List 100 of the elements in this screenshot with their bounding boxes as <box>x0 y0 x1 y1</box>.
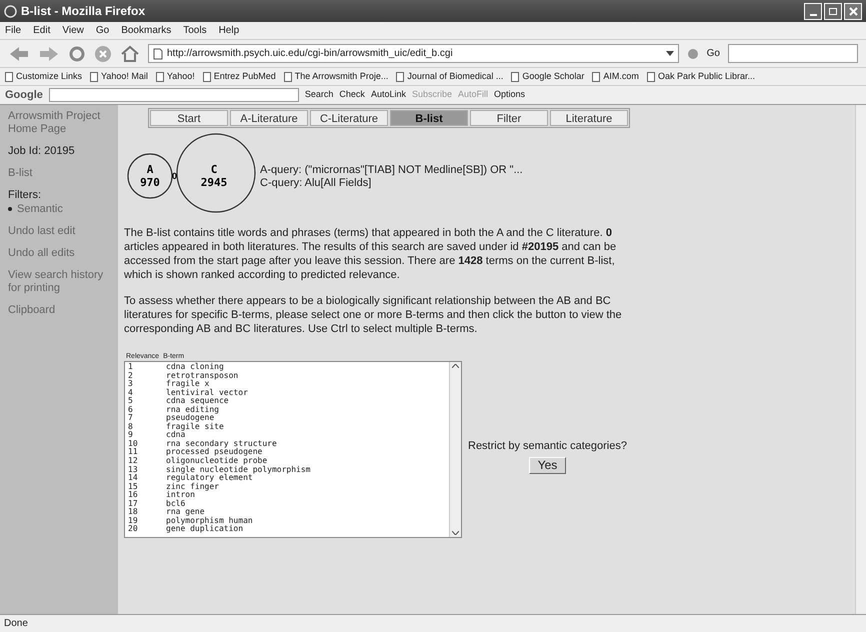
page-icon <box>153 48 163 60</box>
b-term[interactable]: rna gene <box>166 508 205 517</box>
bookmark-link[interactable]: Customize Links <box>5 70 82 84</box>
bookmark-link[interactable]: Yahoo! Mail <box>90 70 148 84</box>
sidebar-label: Filters: <box>8 189 42 202</box>
b-term[interactable]: single nucleotide polymorphism <box>166 466 310 474</box>
rank-number: 13 <box>128 466 139 474</box>
minimize-button[interactable] <box>804 2 822 20</box>
close-icon <box>848 6 858 16</box>
rank-number: 9 <box>128 431 134 440</box>
bookmark-link[interactable]: Oak Park Public Librar... <box>646 70 755 84</box>
search-field[interactable] <box>728 44 858 63</box>
toolbar-button[interactable]: Search <box>304 88 334 102</box>
rank-number: 7 <box>128 414 134 423</box>
b-term[interactable]: zinc finger <box>166 482 219 492</box>
status-text: Done <box>4 617 28 631</box>
bookmark-link[interactable]: Entrez PubMed <box>202 70 276 84</box>
nav-tab[interactable]: B-list <box>390 110 468 126</box>
rank-number: 18 <box>128 508 139 517</box>
b-term[interactable]: lentiviral vector <box>166 388 248 398</box>
b-term[interactable]: rna secondary structure <box>166 440 277 448</box>
maximize-button[interactable] <box>824 2 842 20</box>
b-term[interactable]: fragile site <box>166 422 224 432</box>
b-term[interactable]: cdna <box>166 431 186 440</box>
home-icon[interactable] <box>120 44 140 62</box>
address-field[interactable]: http://arrowsmith.psych.uic.edu/cgi-bin/arrowsmith_uic/edit_b.cgi <box>148 44 679 63</box>
paragraph: To assess whether there appears to be a biologically significant relationship between the AB and BC literatures for specific B-terms, please select one or more B-terms and then click the button to view the corresponding AB and BC literatures. Use Ctrl to select multiple B-terms. <box>124 294 623 336</box>
page-icon <box>5 72 13 82</box>
rank-number: 17 <box>128 500 139 508</box>
google-search-field[interactable] <box>48 88 299 102</box>
c-query-text: C-query: Alu[All Fields] <box>260 177 372 190</box>
page-icon <box>646 72 655 82</box>
menu-item[interactable]: Tools <box>183 23 207 38</box>
menu-item[interactable]: File <box>5 23 22 38</box>
b-term[interactable]: polymorphism human <box>166 516 253 526</box>
toolbar-button[interactable]: Options <box>494 88 526 102</box>
rank-number: 11 <box>128 448 139 457</box>
b-term[interactable]: gene duplication <box>166 525 244 534</box>
rank-number: 8 <box>128 422 134 431</box>
menu-item[interactable]: Edit <box>33 23 50 38</box>
page-icon <box>396 72 404 82</box>
rank-number: 10 <box>128 440 139 448</box>
b-term[interactable]: fragile x <box>166 380 210 389</box>
b-term[interactable]: cdna sequence <box>166 397 229 406</box>
b-term[interactable]: bcl6 <box>166 500 186 508</box>
rank-number: 19 <box>128 516 139 525</box>
scroll-down-icon[interactable] <box>452 531 459 535</box>
menu-item[interactable]: Go <box>96 23 110 38</box>
dropdown-caret-icon[interactable] <box>666 51 674 56</box>
scroll-up-icon[interactable] <box>452 364 459 368</box>
nav-tab[interactable]: Filter <box>470 110 548 126</box>
yes-button[interactable]: Yes <box>528 456 566 474</box>
menu-item[interactable]: View <box>62 23 84 38</box>
scrollbar[interactable] <box>449 362 461 537</box>
go-button[interactable]: Go <box>706 46 720 61</box>
nav-tab[interactable]: Literature <box>550 110 628 126</box>
b-term[interactable]: rna editing <box>166 406 219 414</box>
b-term[interactable]: intron <box>166 491 195 500</box>
b-term[interactable]: oligonucleotide probe <box>166 457 268 466</box>
b-term[interactable]: pseudogene <box>166 414 214 423</box>
page-icon <box>202 72 211 82</box>
rank-number: 1 <box>128 363 134 372</box>
bookmark-link[interactable]: Yahoo! <box>156 70 195 84</box>
go-icon[interactable] <box>686 48 699 60</box>
menu-item[interactable]: Bookmarks <box>121 23 172 38</box>
back-arrow-icon[interactable] <box>8 44 30 62</box>
b-term-listbox[interactable] <box>124 361 462 538</box>
page-icon <box>156 72 164 82</box>
toolbar-button[interactable]: AutoLink <box>370 88 406 102</box>
nav-tab[interactable]: Start <box>150 110 228 126</box>
rank-number: 4 <box>128 388 134 397</box>
b-term[interactable]: cdna cloning <box>166 363 224 372</box>
bookmark-link[interactable]: Google Scholar <box>511 70 584 84</box>
page-icon <box>511 72 520 82</box>
paragraph: The B-list contains title words and phrases (terms) that appeared in both the A and the C literature. 0 articles appeared in both literatures. The results of this search are saved under id #20195 and can be accessed from the start page after you leave this session. There are 1428 terms on the current B-list, which is shown ranked according to predicted relevance. <box>124 226 618 282</box>
forward-arrow-icon[interactable] <box>38 44 60 62</box>
b-term[interactable]: processed pseudogene <box>166 448 262 458</box>
b-term[interactable]: retrotransposon <box>166 372 238 380</box>
nav-tab[interactable]: A-Literature <box>230 110 308 126</box>
nav-tab[interactable]: C-Literature <box>310 110 388 126</box>
page-scrollbar[interactable] <box>855 105 866 614</box>
firefox-icon <box>4 4 17 18</box>
bookmark-link[interactable]: AIM.com <box>592 70 639 84</box>
google-logo: Google <box>5 88 43 103</box>
bookmark-link[interactable]: The Arrowsmith Proje... <box>284 70 388 84</box>
page-icon <box>284 72 292 82</box>
close-button[interactable] <box>844 2 862 20</box>
rank-number: 15 <box>128 482 139 491</box>
rank-number: 16 <box>128 491 139 500</box>
menu-item[interactable]: Help <box>218 23 240 38</box>
a-query-text: A-query: ("micrornas"[TIAB] NOT Medline[SB]) OR "... <box>260 164 523 177</box>
rank-number: 12 <box>128 457 139 466</box>
toolbar-button[interactable]: Check <box>339 88 365 102</box>
b-term[interactable]: regulatory element <box>166 474 253 483</box>
rank-number: 5 <box>128 397 134 406</box>
reload-icon[interactable] <box>68 44 86 62</box>
stop-icon[interactable] <box>94 44 112 62</box>
bookmark-link[interactable]: Journal of Biomedical ... <box>396 70 504 84</box>
rank-number: 14 <box>128 474 139 483</box>
bullet-icon <box>8 207 12 212</box>
